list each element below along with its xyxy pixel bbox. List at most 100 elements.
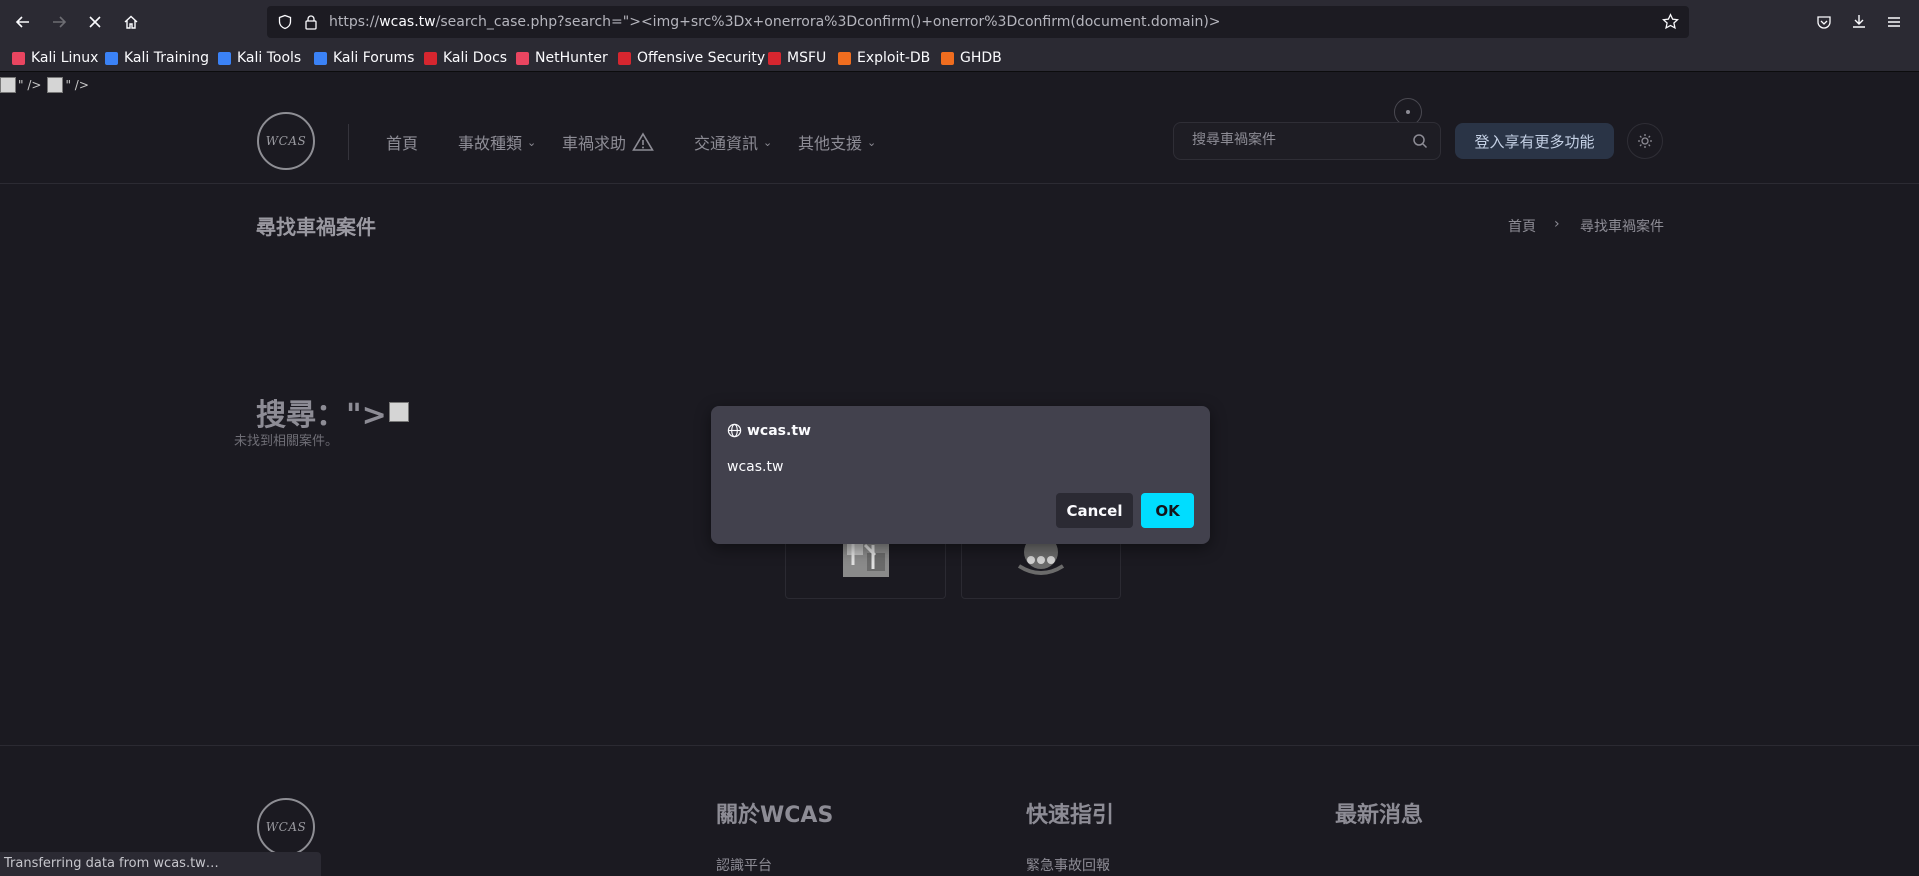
search-icon[interactable] bbox=[1412, 133, 1428, 149]
nav-label: 其他支援 bbox=[798, 134, 863, 153]
bookmark-label: NetHunter bbox=[535, 50, 608, 66]
login-label: 登入享有更多功能 bbox=[1474, 132, 1595, 151]
bookmark-kali-docs[interactable]: Kali Docs bbox=[424, 48, 507, 68]
bookmark-exploit-db[interactable]: Exploit-DB bbox=[838, 48, 930, 68]
nav-label: 車禍求助 bbox=[562, 134, 627, 153]
url-bar[interactable]: https://wcas.tw/search_case.php?search="… bbox=[267, 6, 1689, 38]
dialog-title: wcas.tw bbox=[747, 423, 811, 439]
sun-icon bbox=[1638, 134, 1652, 148]
page-title: 尋找車禍案件 bbox=[256, 215, 376, 239]
chevron-down-icon: ⌄ bbox=[527, 135, 537, 149]
footer-news-title: 最新消息 bbox=[1335, 803, 1424, 828]
exploitdb-icon bbox=[838, 51, 851, 65]
footer-about-title: 關於WCAS bbox=[716, 803, 834, 828]
nav-accident-types[interactable]: 事故種類 ⌄ bbox=[458, 130, 536, 154]
back-button[interactable] bbox=[10, 9, 36, 35]
browser-toolbar: https://wcas.tw/search_case.php?search="… bbox=[0, 0, 1919, 44]
kali-docs-icon bbox=[424, 51, 437, 65]
nav-label: 首頁 bbox=[386, 134, 419, 153]
footer-guide-link[interactable]: 緊急事故回報 bbox=[1026, 855, 1110, 875]
url-path: /search_case.php?search="><img+src%3Dx+o… bbox=[435, 14, 1221, 30]
url-scheme: https:// bbox=[329, 14, 380, 30]
search-heading-text: 搜尋："> bbox=[256, 398, 387, 433]
status-text: Transferring data from wcas.tw… bbox=[4, 856, 219, 871]
bookmark-label: Kali Linux bbox=[31, 50, 99, 66]
title-row: 尋找車禍案件 首頁 › 尋找車禍案件 bbox=[0, 184, 1919, 254]
download-icon[interactable] bbox=[1851, 13, 1867, 29]
nav-accident-help[interactable]: 車禍求助 bbox=[562, 130, 654, 154]
bookmark-kali-forums[interactable]: Kali Forums bbox=[314, 48, 414, 68]
nav-traffic-info[interactable]: 交通資訊 ⌄ bbox=[694, 130, 772, 154]
cancel-button[interactable]: Cancel bbox=[1056, 493, 1133, 528]
warning-icon bbox=[632, 132, 654, 151]
no-result-text: 未找到相關案件。 bbox=[234, 434, 339, 449]
footer-guide-title: 快速指引 bbox=[1026, 803, 1115, 828]
bookmark-label: GHDB bbox=[960, 50, 1002, 66]
breadcrumb-separator: › bbox=[1554, 216, 1560, 232]
kali-icon bbox=[12, 51, 25, 65]
breadcrumb-home[interactable]: 首頁 bbox=[1508, 216, 1536, 236]
url-text: https://wcas.tw/search_case.php?search="… bbox=[329, 14, 1221, 30]
chevron-down-icon: ⌄ bbox=[763, 135, 773, 149]
bookmark-ghdb[interactable]: GHDB bbox=[941, 48, 1002, 68]
home-icon bbox=[124, 15, 138, 29]
alert-dialog: wcas.tw wcas.tw Cancel OK bbox=[711, 406, 1210, 544]
ok-button[interactable]: OK bbox=[1141, 493, 1194, 528]
site-logo[interactable]: WCAS bbox=[257, 112, 315, 170]
site-header: WCAS 首頁 事故種類 ⌄ 車禍求助 交通資訊 ⌄ 其他支援 ⌄ 登入享有更多功能 bbox=[0, 72, 1919, 184]
bookmark-label: Kali Forums bbox=[333, 50, 415, 66]
forward-button[interactable] bbox=[46, 9, 72, 35]
bookmark-offensive-security[interactable]: Offensive Security bbox=[618, 48, 765, 68]
breadcrumb-current: 尋找車禍案件 bbox=[1580, 219, 1664, 235]
dialog-message: wcas.tw bbox=[727, 459, 784, 475]
forward-arrow-icon bbox=[53, 16, 67, 28]
broken-image-icon bbox=[388, 402, 409, 422]
stop-button[interactable] bbox=[82, 9, 108, 35]
back-arrow-icon bbox=[15, 16, 29, 28]
site-search-box[interactable] bbox=[1173, 122, 1441, 160]
status-bar: Transferring data from wcas.tw… bbox=[0, 852, 321, 876]
bookmark-kali-linux[interactable]: Kali Linux bbox=[12, 48, 98, 68]
footer-about-link[interactable]: 認識平台 bbox=[716, 855, 772, 875]
ghdb-icon bbox=[941, 51, 954, 65]
globe-icon bbox=[727, 423, 742, 438]
nav-divider bbox=[348, 124, 349, 160]
kali-training-icon bbox=[105, 51, 118, 65]
lock-icon[interactable] bbox=[304, 14, 318, 30]
bookmark-label: Kali Docs bbox=[443, 50, 508, 66]
bookmark-label: Kali Tools bbox=[237, 50, 302, 66]
bookmark-label: Offensive Security bbox=[637, 50, 766, 66]
search-input[interactable] bbox=[1190, 131, 1394, 149]
nav-other-support[interactable]: 其他支援 ⌄ bbox=[798, 130, 876, 154]
login-button[interactable]: 登入享有更多功能 bbox=[1455, 123, 1614, 159]
bookmark-label: Kali Training bbox=[124, 50, 209, 66]
theme-toggle-button[interactable] bbox=[1627, 123, 1663, 159]
bookmarks-bar: Kali Linux Kali Training Kali Tools Kali… bbox=[0, 44, 1919, 72]
nav-home[interactable]: 首頁 bbox=[386, 130, 418, 154]
star-icon[interactable] bbox=[1662, 13, 1679, 30]
search-heading: 搜尋："> bbox=[256, 390, 409, 434]
bookmark-nethunter[interactable]: NetHunter bbox=[516, 48, 608, 68]
chevron-down-icon: ⌄ bbox=[867, 135, 877, 149]
kali-tools-icon bbox=[218, 51, 231, 65]
bookmark-kali-training[interactable]: Kali Training bbox=[105, 48, 209, 68]
shield-icon[interactable] bbox=[277, 14, 293, 30]
home-button[interactable] bbox=[118, 9, 144, 35]
close-icon bbox=[89, 16, 101, 28]
msfu-icon bbox=[768, 51, 781, 65]
nav-label: 事故種類 bbox=[458, 134, 523, 153]
logo-text: WCAS bbox=[265, 134, 307, 148]
kali-forums-icon bbox=[314, 51, 327, 65]
nethunter-icon bbox=[516, 51, 529, 65]
pocket-icon[interactable] bbox=[1816, 14, 1832, 30]
bookmark-msfu[interactable]: MSFU bbox=[768, 48, 826, 68]
menu-icon[interactable] bbox=[1886, 14, 1902, 30]
url-host: wcas.tw bbox=[379, 14, 436, 30]
footer-divider bbox=[0, 745, 1919, 746]
offsec-icon bbox=[618, 51, 631, 65]
nav-label: 交通資訊 bbox=[694, 134, 759, 153]
bookmark-kali-tools[interactable]: Kali Tools bbox=[218, 48, 301, 68]
bookmark-label: Exploit-DB bbox=[857, 50, 931, 66]
bookmark-label: MSFU bbox=[787, 50, 827, 66]
footer-logo[interactable]: WCAS bbox=[257, 798, 315, 856]
